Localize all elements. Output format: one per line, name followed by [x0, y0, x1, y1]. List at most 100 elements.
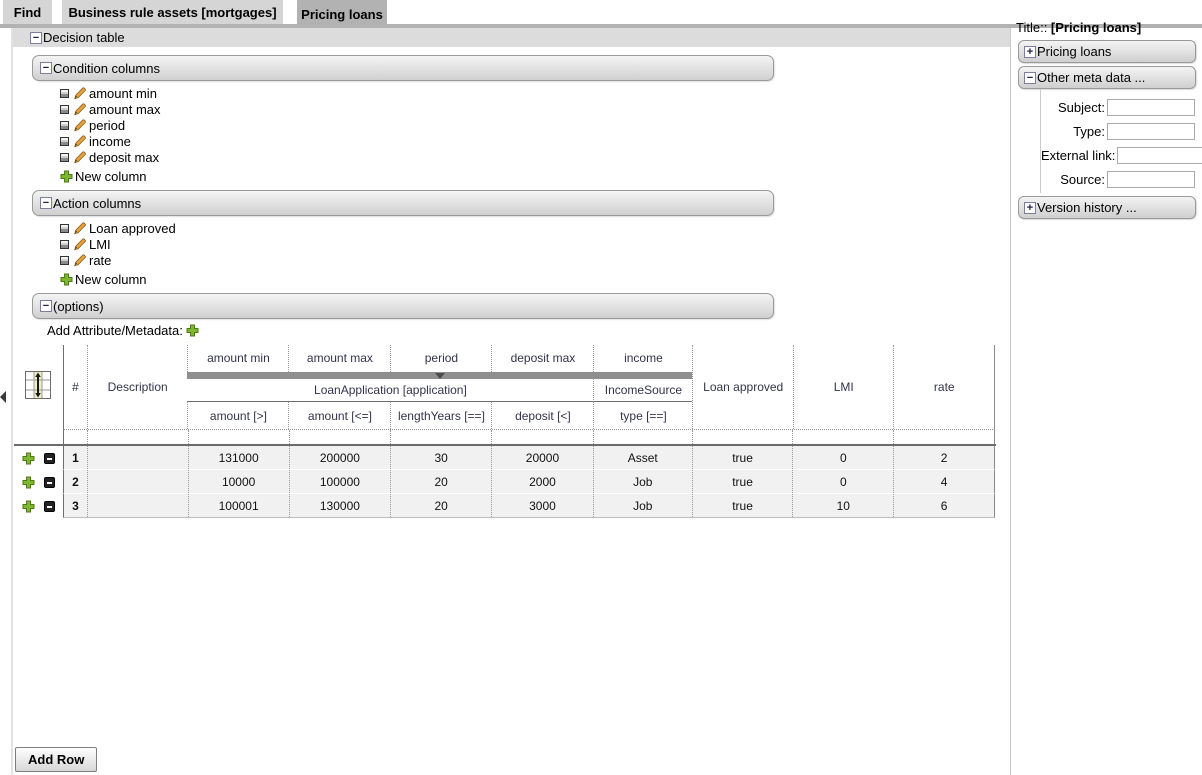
new-action-column[interactable]: New column [60, 270, 176, 288]
tab-label: Pricing loans [301, 7, 383, 22]
cell-lmi[interactable]: 10 [792, 494, 893, 517]
collapse-icon[interactable] [30, 32, 42, 44]
edit-pencil-icon[interactable] [73, 150, 87, 164]
hide-column-icon[interactable] [60, 121, 69, 130]
cell-income[interactable]: Job [593, 494, 692, 517]
cell-amount-max[interactable]: 200000 [289, 446, 391, 469]
edit-pencil-icon[interactable] [73, 221, 87, 235]
cell-deposit-max[interactable]: 3000 [491, 494, 593, 517]
header-field: lengthYears [==] [390, 402, 491, 429]
version-history-label: Version history ... [1037, 200, 1137, 215]
cell-period[interactable]: 20 [390, 494, 491, 517]
hide-column-icon[interactable] [60, 105, 69, 114]
external-link-field-row: External link: [1041, 145, 1198, 165]
collapse-icon[interactable] [40, 62, 52, 74]
cell-rate[interactable]: 2 [893, 446, 994, 469]
cell-description[interactable] [87, 470, 188, 493]
table-row: 3 100001 130000 20 3000 Job true 10 6 [13, 494, 1045, 518]
expand-icon[interactable] [1024, 202, 1036, 214]
table-row: 2 10000 100000 20 2000 Job true 0 4 [13, 470, 1045, 494]
edit-pencil-icon[interactable] [73, 86, 87, 100]
tab-business-rule-assets[interactable]: Business rule assets [mortgages] [62, 0, 283, 24]
cell-deposit-max[interactable]: 20000 [491, 446, 593, 469]
delete-row-icon[interactable] [44, 501, 55, 512]
cell-amount-max[interactable]: 100000 [289, 470, 391, 493]
hide-column-icon[interactable] [60, 224, 69, 233]
options-title: (options) [53, 299, 104, 314]
sort-triangle-icon[interactable] [435, 373, 445, 379]
collapse-icon[interactable] [40, 300, 52, 312]
cell-deposit-max[interactable]: 2000 [491, 470, 593, 493]
new-condition-column[interactable]: New column [60, 167, 161, 185]
cell-loan-approved[interactable]: true [692, 470, 793, 493]
tab-label: Business rule assets [mortgages] [68, 5, 276, 20]
action-columns-panel-header[interactable]: Action columns [32, 190, 774, 216]
cell-rate[interactable]: 6 [893, 494, 994, 517]
hide-column-icon[interactable] [60, 89, 69, 98]
asset-title-value: [Pricing loans] [1051, 20, 1141, 35]
action-column-label[interactable]: LMI [89, 237, 111, 252]
decision-table-editor: Decision table Condition columns amount … [11, 28, 1011, 775]
expand-icon[interactable] [1024, 46, 1036, 58]
condition-columns-panel-header[interactable]: Condition columns [32, 55, 774, 81]
other-meta-data-panel-header[interactable]: Other meta data ... [1018, 66, 1196, 89]
cell-amount-max[interactable]: 130000 [289, 494, 391, 517]
edit-pencil-icon[interactable] [73, 237, 87, 251]
condition-column-label[interactable]: amount max [89, 102, 161, 117]
cell-income[interactable]: Asset [593, 446, 692, 469]
edit-pencil-icon[interactable] [73, 134, 87, 148]
decision-table-header[interactable]: Decision table [13, 28, 1010, 47]
header-action: LMI [793, 345, 894, 429]
condition-column-label[interactable]: income [89, 134, 131, 149]
insert-row-icon[interactable] [22, 452, 35, 465]
tab-pricing-loans[interactable]: Pricing loans [297, 0, 387, 28]
edit-pencil-icon[interactable] [73, 253, 87, 267]
insert-row-icon[interactable] [22, 500, 35, 513]
cell-loan-approved[interactable]: true [692, 446, 793, 469]
pricing-loans-panel-header[interactable]: Pricing loans [1018, 40, 1196, 63]
options-panel-header[interactable]: (options) [32, 293, 774, 319]
cell-rate[interactable]: 4 [893, 470, 994, 493]
action-column-label[interactable]: Loan approved [89, 221, 176, 236]
edit-pencil-icon[interactable] [73, 102, 87, 116]
cell-amount-min[interactable]: 131000 [188, 446, 289, 469]
delete-row-icon[interactable] [44, 453, 55, 464]
condition-column-item: period [60, 117, 161, 133]
condition-header-group: amount min amount max period deposit max… [187, 345, 692, 429]
collapse-icon[interactable] [40, 197, 52, 209]
toggle-merge-icon[interactable] [24, 370, 52, 400]
cell-amount-min[interactable]: 100001 [188, 494, 289, 517]
cell-period[interactable]: 30 [390, 446, 491, 469]
version-history-panel-header[interactable]: Version history ... [1018, 196, 1196, 219]
action-column-item: rate [60, 252, 176, 268]
edit-pencil-icon[interactable] [73, 118, 87, 132]
hide-column-icon[interactable] [60, 153, 69, 162]
tab-find[interactable]: Find [3, 0, 52, 24]
cell-description[interactable] [87, 494, 188, 517]
insert-row-icon[interactable] [22, 476, 35, 489]
hide-column-icon[interactable] [60, 137, 69, 146]
source-input[interactable] [1107, 171, 1195, 188]
condition-column-label[interactable]: period [89, 118, 125, 133]
cell-income[interactable]: Job [593, 470, 692, 493]
collapse-icon[interactable] [1024, 72, 1036, 84]
cell-description[interactable] [87, 446, 188, 469]
cell-loan-approved[interactable]: true [692, 494, 793, 517]
cell-lmi[interactable]: 0 [792, 446, 893, 469]
action-columns-title: Action columns [53, 196, 141, 211]
hide-column-icon[interactable] [60, 256, 69, 265]
splitter-collapse-icon[interactable] [0, 391, 6, 403]
action-column-label[interactable]: rate [89, 253, 111, 268]
add-row-button[interactable]: Add Row [15, 747, 97, 772]
condition-column-label[interactable]: amount min [89, 86, 157, 101]
condition-column-label[interactable]: deposit max [89, 150, 159, 165]
type-input[interactable] [1107, 123, 1195, 140]
cell-period[interactable]: 20 [390, 470, 491, 493]
delete-row-icon[interactable] [44, 477, 55, 488]
hide-column-icon[interactable] [60, 240, 69, 249]
cell-amount-min[interactable]: 10000 [188, 470, 289, 493]
external-link-input[interactable] [1117, 147, 1202, 164]
add-attribute-plus-icon[interactable] [186, 324, 199, 337]
cell-lmi[interactable]: 0 [792, 470, 893, 493]
subject-input[interactable] [1107, 99, 1195, 116]
